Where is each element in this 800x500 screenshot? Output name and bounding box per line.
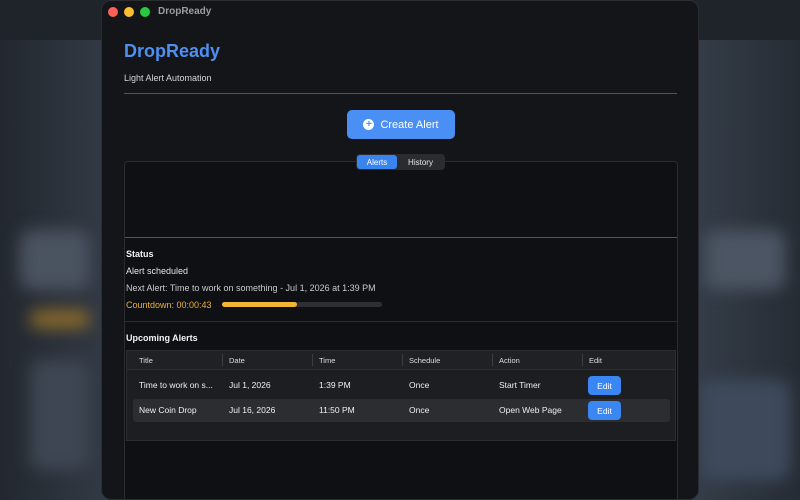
- tab-history[interactable]: History: [397, 155, 444, 169]
- close-window-icon[interactable]: [108, 7, 118, 17]
- status-heading: Status: [126, 249, 154, 259]
- cell-time: 1:39 PM: [319, 380, 351, 390]
- column-separator: [582, 354, 583, 366]
- app-window: DropReady DropReady Light Alert Automati…: [101, 0, 699, 500]
- cell-date: Jul 16, 2026: [229, 405, 276, 415]
- zoom-window-icon[interactable]: [140, 7, 150, 17]
- create-alert-button[interactable]: + Create Alert: [347, 110, 455, 139]
- edit-button[interactable]: Edit: [588, 401, 621, 420]
- cell-title: Time to work on s...: [139, 380, 213, 390]
- column-header-time[interactable]: Time: [319, 356, 335, 365]
- status-state: Alert scheduled: [126, 266, 189, 276]
- window-controls: [108, 7, 150, 17]
- cell-date: Jul 1, 2026: [229, 380, 271, 390]
- create-alert-label: Create Alert: [380, 118, 439, 131]
- titlebar[interactable]: DropReady: [102, 1, 698, 23]
- countdown-text: Countdown: 00:00:43: [126, 300, 212, 310]
- table-header: Title Date Time Schedule Action Edit: [127, 351, 675, 370]
- backdrop-blur: [705, 230, 785, 290]
- backdrop-blur: [30, 360, 90, 470]
- column-header-action[interactable]: Action: [499, 356, 520, 365]
- table-row[interactable]: New Coin Drop Jul 16, 2026 11:50 PM Once…: [133, 399, 670, 422]
- next-alert-text: Next Alert: Time to work on something - …: [126, 283, 376, 293]
- tab-alerts[interactable]: Alerts: [357, 155, 397, 169]
- backdrop-blur: [700, 380, 790, 480]
- countdown-progress-bar: [222, 302, 382, 307]
- backdrop-blur: [20, 230, 90, 290]
- plus-circle-icon: +: [363, 119, 375, 130]
- column-separator: [492, 354, 493, 366]
- cell-action: Open Web Page: [499, 405, 562, 415]
- column-header-title[interactable]: Title: [139, 356, 153, 365]
- upcoming-alerts-table: Title Date Time Schedule Action Edit Tim…: [126, 350, 676, 441]
- backdrop-blur: [30, 310, 90, 328]
- app-subtitle: Light Alert Automation: [124, 73, 212, 83]
- content-panel: [124, 161, 678, 499]
- header-divider: [124, 93, 677, 94]
- minimize-window-icon[interactable]: [124, 7, 134, 17]
- column-header-date[interactable]: Date: [229, 356, 245, 365]
- upcoming-heading: Upcoming Alerts: [126, 333, 198, 343]
- cell-title: New Coin Drop: [139, 405, 197, 415]
- cell-schedule: Once: [409, 405, 430, 415]
- column-header-schedule[interactable]: Schedule: [409, 356, 440, 365]
- app-title: DropReady: [124, 41, 221, 61]
- countdown-progress-fill: [222, 302, 298, 307]
- status-divider: [125, 237, 677, 238]
- tab-switcher: Alerts History: [356, 154, 445, 170]
- cell-time: 11:50 PM: [319, 405, 355, 415]
- edit-button[interactable]: Edit: [588, 376, 621, 395]
- column-separator: [402, 354, 403, 366]
- column-separator: [222, 354, 223, 366]
- cell-action: Start Timer: [499, 380, 541, 390]
- table-row[interactable]: Time to work on s... Jul 1, 2026 1:39 PM…: [133, 374, 670, 397]
- column-separator: [312, 354, 313, 366]
- cell-schedule: Once: [409, 380, 430, 390]
- window-title: DropReady: [158, 6, 212, 17]
- column-header-edit[interactable]: Edit: [589, 356, 602, 365]
- upcoming-divider: [125, 321, 677, 322]
